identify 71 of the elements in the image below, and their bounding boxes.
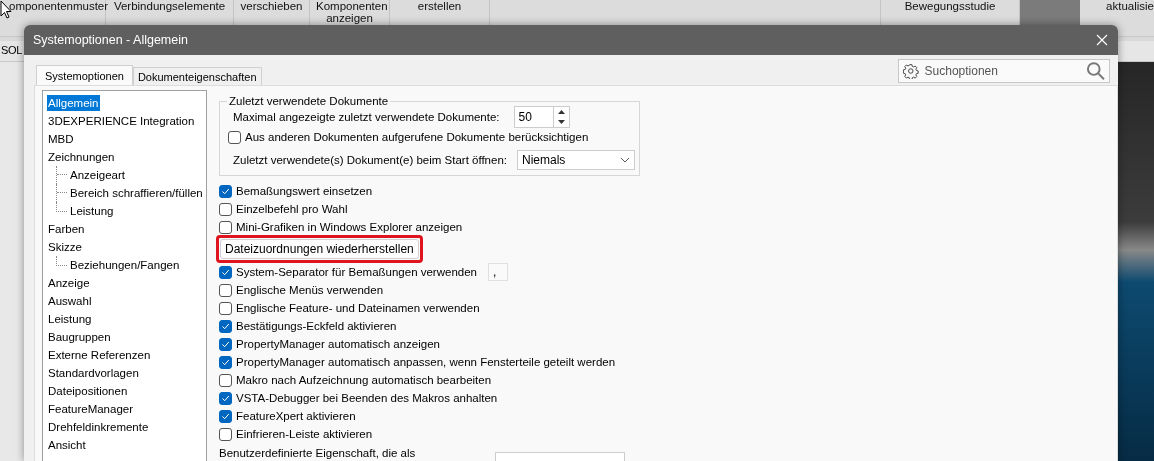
restore-button[interactable]: Dateizuordnungen wiederherstellen bbox=[220, 239, 419, 259]
tree-item[interactable]: FeatureManager bbox=[47, 401, 135, 417]
checkbox-label: PropertyManager automatisch anzeigen bbox=[236, 338, 440, 350]
checkbox[interactable] bbox=[219, 184, 232, 198]
checkbox-label: PropertyManager automatisch anpassen, wenn Fensterteile geteilt werden bbox=[236, 356, 616, 368]
checkbox[interactable] bbox=[219, 373, 232, 387]
chevron-down-icon bbox=[620, 157, 630, 163]
checkbox-label: VSTA-Debugger bei Beenden des Makros anhalten bbox=[236, 392, 498, 404]
tree-item[interactable]: Skizze bbox=[47, 239, 83, 255]
checkbox[interactable] bbox=[219, 355, 232, 369]
checkbox-label: Makro nach Aufzeichnung automatisch bearbeiten bbox=[236, 374, 492, 386]
document-tab[interactable]: SOL bbox=[0, 41, 24, 61]
close-button[interactable] bbox=[1096, 34, 1108, 46]
checkbox[interactable] bbox=[219, 427, 232, 441]
checkbox-label: Bestätigungs-Eckfeld aktivieren bbox=[236, 320, 397, 332]
settings-icon[interactable] bbox=[903, 63, 919, 79]
checkbox-label: Mini-Grafiken in Windows Explorer anzeigen bbox=[236, 221, 463, 233]
checkbox[interactable] bbox=[228, 130, 241, 144]
checkbox[interactable] bbox=[219, 337, 232, 351]
window-title: Systemoptionen - Allgemein bbox=[33, 33, 188, 47]
tree-item[interactable]: Leistung bbox=[69, 203, 115, 219]
tree-item[interactable]: MBD bbox=[47, 131, 75, 147]
tree-item[interactable]: Ansicht bbox=[47, 437, 87, 453]
tree-item[interactable]: Farben bbox=[47, 221, 86, 237]
ribbon-command[interactable]: aktualisie bbox=[1100, 0, 1154, 36]
checkbox-label: System-Separator für Bemaßungen verwenden bbox=[236, 266, 477, 278]
checkbox[interactable] bbox=[219, 319, 232, 333]
tree-item[interactable]: Bereich schraffieren/füllen bbox=[69, 185, 204, 201]
group-title: Zuletzt verwendete Dokumente bbox=[228, 95, 390, 107]
search-input[interactable]: Suchoptionen bbox=[922, 63, 1082, 79]
field-label: Zuletzt verwendete(s) Dokument(e) beim Start öffnen: bbox=[233, 154, 507, 166]
checkbox[interactable] bbox=[219, 202, 232, 216]
up-arrow-icon[interactable] bbox=[557, 110, 565, 114]
dialog-tab[interactable]: Dokumenteigenschaften bbox=[132, 67, 262, 85]
checkbox-label: Englische Menüs verwenden bbox=[236, 284, 384, 296]
search-box[interactable]: Suchoptionen bbox=[898, 59, 1110, 83]
tree-item[interactable]: 3DEXPERIENCE Integration bbox=[47, 113, 196, 129]
search-icon[interactable] bbox=[1085, 61, 1105, 81]
checkbox[interactable] bbox=[219, 391, 232, 405]
tree-item[interactable]: Standardvorlagen bbox=[47, 365, 140, 381]
tree-item[interactable]: Anzeige bbox=[47, 275, 91, 291]
tree-item[interactable]: Zeichnungen bbox=[47, 149, 116, 165]
checkbox-label: Einzelbefehl pro Wahl bbox=[236, 203, 348, 215]
tree-item[interactable]: Allgemein bbox=[47, 95, 100, 111]
tree-item[interactable]: Beziehungen/Fangen bbox=[69, 257, 181, 273]
dialog-tab[interactable]: Systemoptionen bbox=[36, 65, 133, 85]
number-spinner[interactable]: 50 bbox=[513, 106, 570, 128]
field-label: Benutzerdefinierte Eigenschaft, die als bbox=[219, 447, 417, 459]
tree-item[interactable]: Auswahl bbox=[47, 293, 93, 309]
separator-field[interactable]: , bbox=[488, 263, 508, 281]
check-icon bbox=[221, 267, 230, 277]
checkbox[interactable] bbox=[219, 265, 232, 279]
tree-item[interactable]: Dateipositionen bbox=[47, 383, 129, 399]
tree-item[interactable]: Anzeigeart bbox=[69, 167, 126, 183]
tree-item[interactable]: Baugruppen bbox=[47, 329, 112, 345]
checkbox[interactable] bbox=[219, 301, 232, 315]
tree-item[interactable]: Drehfeldinkremente bbox=[47, 419, 150, 435]
dropdown[interactable]: Niemals bbox=[517, 150, 635, 170]
checkbox-label: Aus anderen Dokumenten aufgerufene Dokumente berücksichtigen bbox=[245, 131, 589, 143]
tree-item[interactable]: Externe Referenzen bbox=[47, 347, 152, 363]
down-arrow-icon[interactable] bbox=[557, 120, 565, 124]
checkbox[interactable] bbox=[219, 409, 232, 423]
checkbox[interactable] bbox=[219, 220, 232, 234]
checkbox-label: FeatureXpert aktivieren bbox=[236, 410, 356, 422]
checkbox-label: Englische Feature- und Dateinamen verwenden bbox=[236, 302, 480, 314]
checkbox-label: Bemaßungswert einsetzen bbox=[236, 185, 373, 197]
checkbox-label: Einfrieren-Leiste aktivieren bbox=[236, 428, 373, 440]
tree-item[interactable]: Leistung bbox=[47, 311, 93, 327]
field-label: Maximal angezeigte zuletzt verwendete Dokumente: bbox=[233, 111, 500, 123]
checkbox[interactable] bbox=[219, 283, 232, 297]
check-icon bbox=[221, 186, 230, 196]
